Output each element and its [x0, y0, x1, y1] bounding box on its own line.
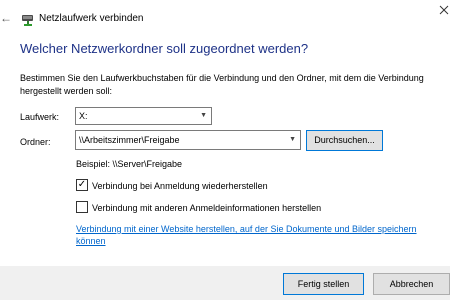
network-drive-icon	[21, 12, 35, 26]
drive-select[interactable]: X: ▼	[75, 107, 212, 125]
cancel-button[interactable]: Abbrechen	[373, 273, 450, 295]
back-arrow-icon[interactable]: ←	[0, 10, 12, 26]
folder-combobox[interactable]: \\Arbeitszimmer\Freigabe ▼	[75, 130, 301, 150]
instructions-text: Bestimmen Sie den Laufwerkbuchstaben für…	[20, 73, 424, 96]
folder-value: \\Arbeitszimmer\Freigabe	[79, 135, 180, 145]
website-connection-link[interactable]: Verbindung mit einer Website herstellen,…	[76, 223, 440, 247]
browse-button[interactable]: Durchsuchen...	[306, 130, 383, 151]
page-heading: Welcher Netzwerkordner soll zugeordnet w…	[20, 41, 309, 56]
close-icon[interactable]	[437, 2, 450, 16]
finish-button[interactable]: Fertig stellen	[283, 273, 364, 295]
folder-example: Beispiel: \\Server\Freigabe	[76, 159, 183, 169]
drive-label: Laufwerk:	[20, 112, 60, 122]
chevron-down-icon: ▼	[200, 112, 207, 119]
other-credentials-label[interactable]: Verbindung mit anderen Anmeldeinformatio…	[92, 202, 321, 214]
reconnect-label[interactable]: Verbindung bei Anmeldung wiederherstelle…	[92, 180, 268, 192]
window-title: Netzlaufwerk verbinden	[39, 13, 144, 24]
chevron-down-icon: ▼	[289, 136, 296, 143]
reconnect-checkbox[interactable]: ✓	[76, 179, 88, 191]
other-credentials-checkbox[interactable]	[76, 201, 88, 213]
drive-select-value: X:	[79, 111, 88, 121]
folder-label: Ordner:	[20, 137, 51, 147]
